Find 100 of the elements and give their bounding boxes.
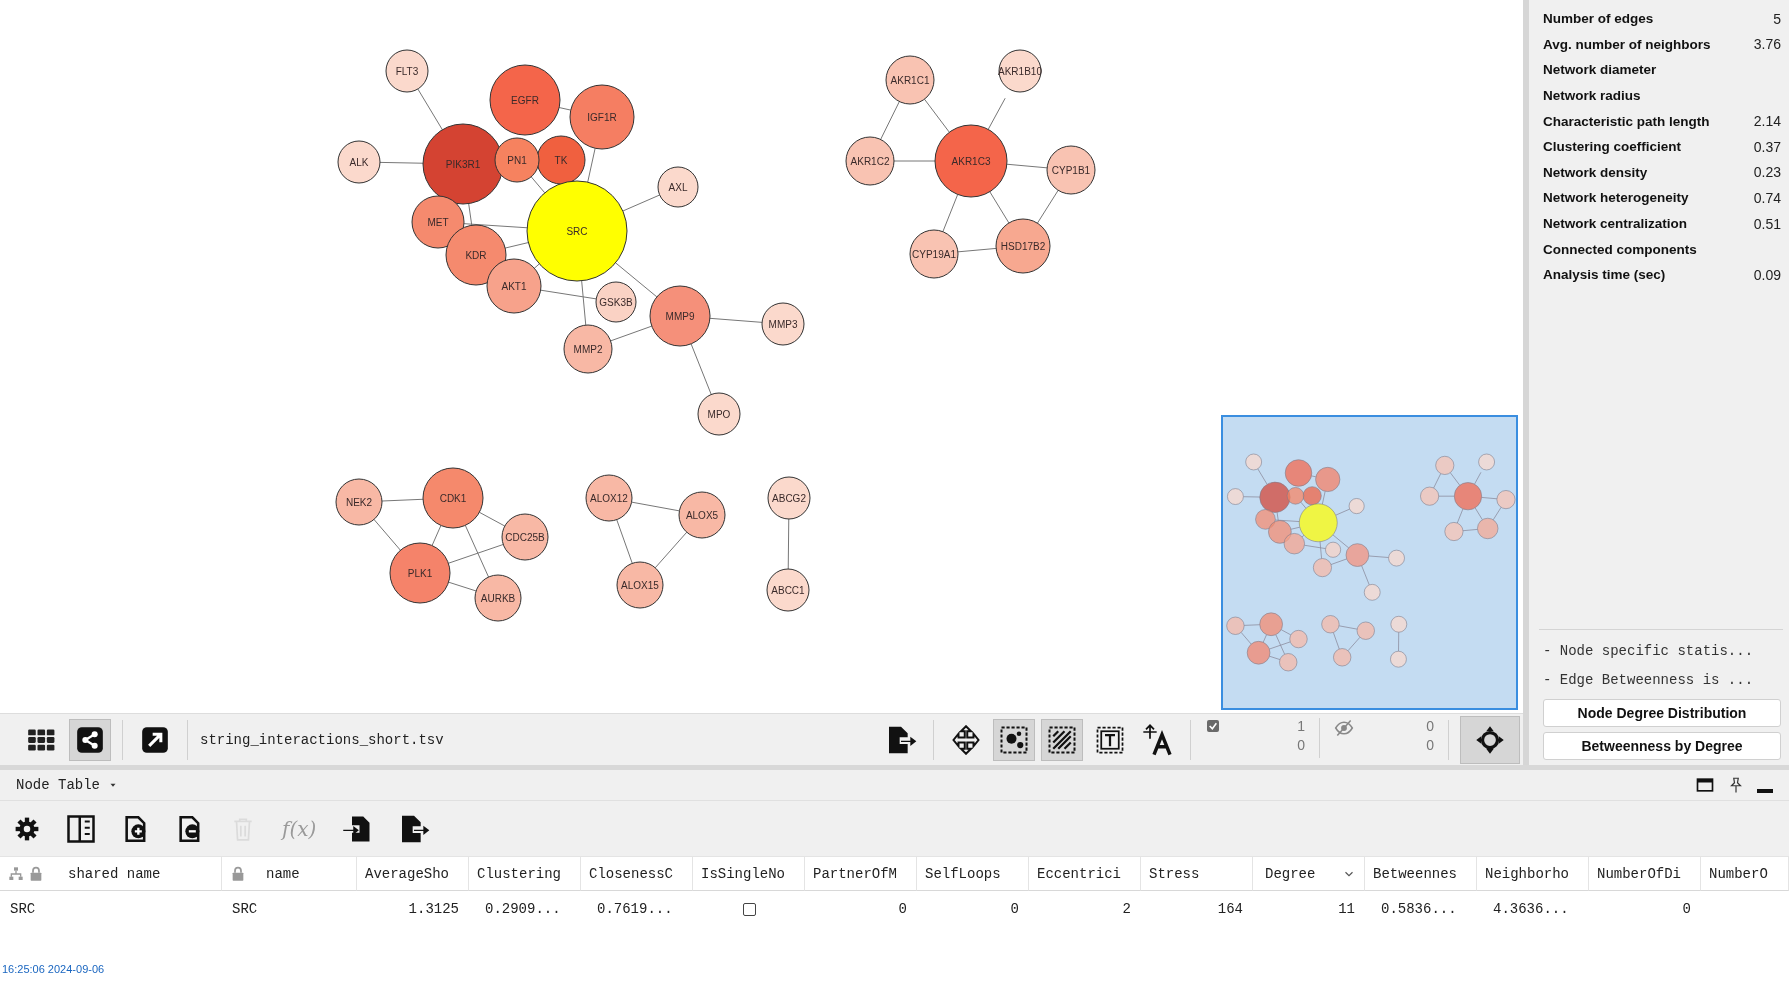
column-label: Clustering bbox=[477, 865, 561, 882]
node-label: IGF1R bbox=[587, 112, 617, 123]
column-header[interactable]: NumberOfDi bbox=[1589, 856, 1701, 891]
network-node[interactable] bbox=[995, 218, 1051, 274]
stat-label: Connected components bbox=[1543, 241, 1697, 257]
network-edge[interactable] bbox=[379, 161, 424, 164]
network-node[interactable] bbox=[411, 195, 465, 249]
network-node[interactable] bbox=[595, 281, 637, 323]
hidden-count: 0 bbox=[1426, 717, 1434, 734]
node-label: AKR1C1 bbox=[890, 75, 930, 86]
stat-value: 0.37 bbox=[1753, 138, 1781, 155]
node-label: FLT3 bbox=[395, 66, 419, 77]
column-label: NumberO bbox=[1709, 865, 1768, 882]
node-label: ALOX5 bbox=[685, 510, 719, 521]
network-node[interactable] bbox=[422, 123, 504, 205]
column-label: Stress bbox=[1149, 865, 1200, 882]
column-header[interactable]: NumberO bbox=[1701, 856, 1789, 891]
column-header[interactable]: SelfLoops bbox=[917, 856, 1029, 891]
column-header[interactable]: Betweennes bbox=[1365, 856, 1477, 891]
network-node[interactable] bbox=[563, 324, 613, 374]
stat-label: Clustering coefficient bbox=[1543, 139, 1682, 155]
node-label: ALK bbox=[349, 157, 369, 168]
network-node[interactable] bbox=[1046, 145, 1096, 195]
network-edge[interactable] bbox=[1006, 163, 1048, 169]
network-edge[interactable] bbox=[431, 524, 442, 547]
network-node[interactable] bbox=[385, 49, 429, 93]
timestamp: 16:25:06 2024-09-06 bbox=[1, 963, 106, 975]
column-header[interactable]: Degree bbox=[1253, 856, 1365, 891]
share-icon bbox=[76, 725, 104, 754]
network-node[interactable] bbox=[494, 137, 540, 183]
chart-button[interactable]: Betweenness by Degree bbox=[1543, 732, 1781, 760]
network-node[interactable] bbox=[934, 124, 1008, 198]
network-node[interactable] bbox=[678, 491, 726, 539]
network-node[interactable] bbox=[649, 285, 711, 347]
network-node[interactable] bbox=[909, 229, 959, 279]
network-node[interactable] bbox=[766, 568, 810, 612]
network-node[interactable] bbox=[536, 135, 586, 185]
chart-button[interactable]: Node Degree Distribution bbox=[1543, 699, 1781, 727]
network-node[interactable] bbox=[845, 136, 895, 186]
node-label: PLK1 bbox=[407, 568, 433, 579]
network-node[interactable] bbox=[389, 542, 451, 604]
network-node[interactable] bbox=[697, 392, 741, 436]
network-node[interactable] bbox=[569, 84, 635, 150]
network-node[interactable] bbox=[489, 64, 561, 136]
column-header[interactable]: name bbox=[222, 856, 357, 891]
network-edge[interactable] bbox=[530, 176, 546, 194]
network-node[interactable] bbox=[337, 140, 381, 184]
network-edge[interactable] bbox=[709, 317, 763, 323]
lock-icon bbox=[230, 865, 246, 882]
table-selector[interactable]: Node Table bbox=[16, 777, 118, 793]
network-edge[interactable] bbox=[587, 147, 596, 183]
column-header[interactable]: PartnerOfM bbox=[805, 856, 917, 891]
network-overview[interactable] bbox=[1221, 415, 1518, 710]
node-label: CDC25B bbox=[505, 532, 545, 543]
network-node[interactable] bbox=[335, 478, 383, 526]
focus-button[interactable] bbox=[1460, 715, 1520, 764]
network-node[interactable] bbox=[422, 467, 484, 529]
network-edge[interactable] bbox=[504, 242, 529, 249]
stat-label: Network density bbox=[1543, 164, 1648, 180]
selected-count: 0 bbox=[1297, 736, 1305, 753]
network-edge[interactable] bbox=[558, 107, 572, 111]
network-node[interactable] bbox=[767, 476, 811, 520]
column-header[interactable]: ClosenessC bbox=[581, 856, 693, 891]
checkbox[interactable] bbox=[742, 902, 756, 916]
network-node[interactable] bbox=[657, 166, 699, 208]
column-header[interactable]: Clustering bbox=[469, 856, 581, 891]
column-header[interactable]: shared name bbox=[0, 856, 222, 891]
canvas-tool-button[interactable] bbox=[1041, 718, 1083, 761]
network-node[interactable] bbox=[526, 180, 628, 282]
column-header[interactable]: IsSingleNo bbox=[693, 856, 805, 891]
network-edge[interactable] bbox=[533, 263, 540, 269]
network-node[interactable] bbox=[616, 561, 664, 609]
column-label: SelfLoops bbox=[925, 865, 1001, 882]
column-header[interactable]: Stress bbox=[1141, 856, 1253, 891]
column-header[interactable]: Eccentrici bbox=[1029, 856, 1141, 891]
network-node[interactable] bbox=[474, 574, 522, 622]
table-cell: SRC bbox=[232, 901, 258, 917]
canvas-tool-button[interactable] bbox=[993, 718, 1035, 761]
network-node[interactable] bbox=[761, 302, 805, 346]
network-edge[interactable] bbox=[581, 280, 587, 326]
network-edge[interactable] bbox=[957, 247, 997, 253]
network-node[interactable] bbox=[501, 513, 549, 561]
column-header[interactable]: Neighborho bbox=[1477, 856, 1589, 891]
network-edge[interactable] bbox=[381, 498, 424, 502]
network-edge[interactable] bbox=[787, 518, 790, 570]
column-label: ClosenessC bbox=[589, 865, 673, 882]
table-cell: 0 bbox=[1682, 901, 1691, 917]
stat-value: 0.74 bbox=[1753, 189, 1781, 206]
view-button[interactable] bbox=[69, 718, 111, 761]
network-node[interactable] bbox=[486, 258, 542, 314]
column-header[interactable]: AverageSho bbox=[357, 856, 469, 891]
node-label: MET bbox=[427, 217, 449, 228]
node-label: AURKB bbox=[480, 593, 516, 604]
network-edge[interactable] bbox=[463, 223, 528, 229]
crosshair-icon bbox=[1475, 724, 1505, 755]
stat-value: 0.51 bbox=[1753, 215, 1781, 232]
network-node[interactable] bbox=[885, 55, 935, 105]
network-node[interactable] bbox=[585, 474, 633, 522]
node-label: ABCC1 bbox=[771, 585, 805, 596]
network-edge[interactable] bbox=[468, 203, 473, 226]
